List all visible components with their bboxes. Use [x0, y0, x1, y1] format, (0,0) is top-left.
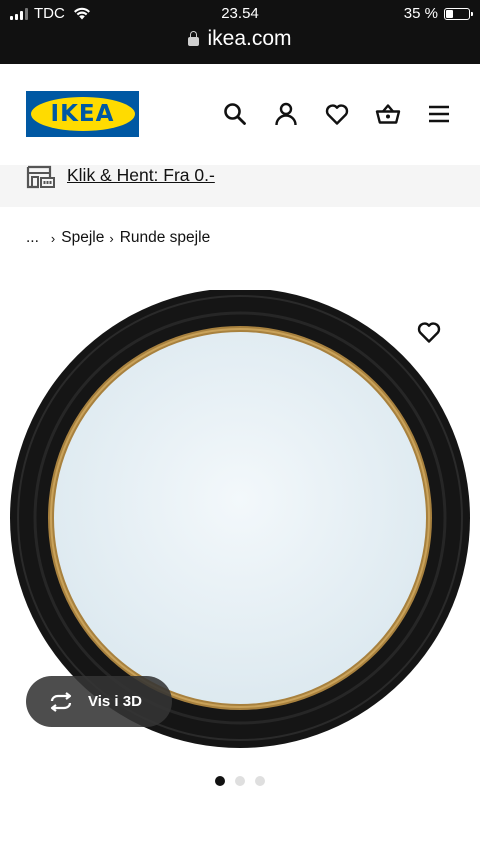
carousel-dot[interactable]	[235, 776, 245, 786]
heart-icon	[417, 322, 441, 343]
store-icon	[26, 165, 55, 189]
search-icon[interactable]	[221, 100, 249, 128]
battery-group: 35 %	[403, 5, 473, 22]
breadcrumb-ellipsis[interactable]: ...	[26, 229, 39, 247]
lock-icon	[188, 31, 200, 46]
view-in-3d-label: Vis i 3D	[88, 693, 142, 710]
click-collect-link[interactable]: Klik & Hent: Fra 0.-	[67, 165, 215, 186]
breadcrumb-item-runde-spejle[interactable]: Runde spejle	[120, 229, 210, 247]
battery-percent: 35 %	[403, 5, 438, 22]
logo-oval: IKEA	[30, 97, 135, 131]
status-bar: TDC 23.54 35 % ikea.com	[0, 0, 480, 64]
image-carousel-dots	[0, 776, 480, 786]
logo-text: IKEA	[50, 101, 115, 127]
view-in-3d-button[interactable]: Vis i 3D	[26, 676, 172, 727]
site-header: IKEA	[0, 64, 480, 165]
battery-icon	[444, 7, 473, 20]
profile-icon[interactable]	[272, 100, 300, 128]
mirror-glass	[54, 332, 426, 704]
basket-icon[interactable]	[374, 100, 402, 128]
breadcrumb-item-spejle[interactable]: Spejle	[61, 229, 104, 247]
heart-icon[interactable]	[323, 100, 351, 128]
rotate-3d-icon	[50, 691, 72, 712]
click-collect-banner: Klik & Hent: Fra 0.-	[0, 165, 480, 207]
chevron-right-icon: ›	[50, 230, 56, 246]
carousel-dot[interactable]	[255, 776, 265, 786]
menu-icon[interactable]	[425, 100, 453, 128]
favourite-button[interactable]	[414, 318, 444, 346]
url-text: ikea.com	[207, 27, 292, 50]
address-bar[interactable]: ikea.com	[0, 27, 480, 51]
breadcrumb: ... › Spejle › Runde spejle	[26, 229, 210, 247]
carousel-dot[interactable]	[215, 776, 225, 786]
chevron-right-icon: ›	[109, 230, 114, 246]
ikea-logo[interactable]: IKEA	[26, 91, 139, 137]
header-actions	[221, 100, 453, 128]
